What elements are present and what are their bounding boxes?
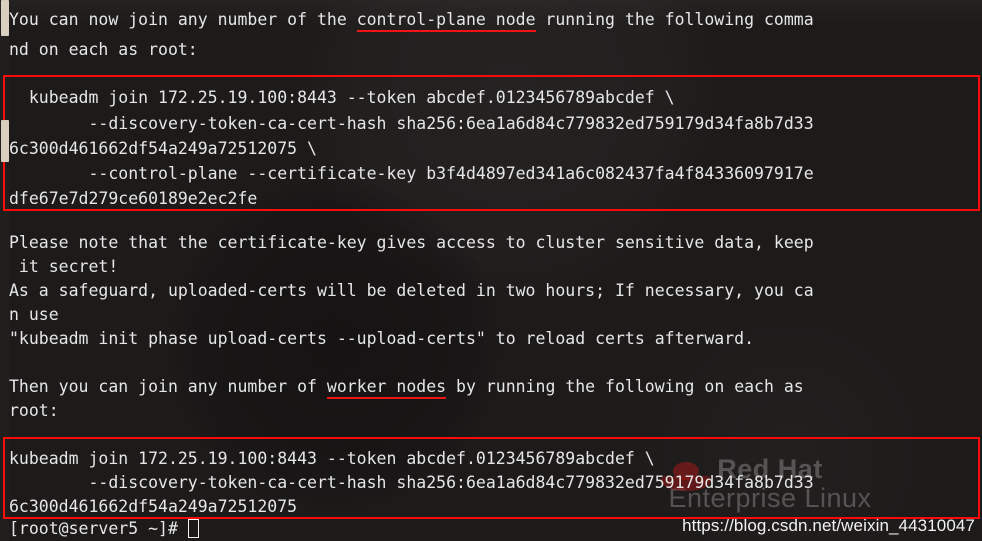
scrollbar-thumb[interactable] [1, 120, 9, 162]
scrollbar-thumb[interactable] [1, 0, 9, 36]
blog-url-watermark: https://blog.csdn.net/weixin_44310047 [682, 516, 975, 535]
output-line-cp-join-3: 6c300d461662df54a249a72512075 \ [9, 139, 317, 158]
output-line-cp-join-4: --control-plane --certificate-key b3f4d4… [9, 164, 814, 183]
shell-prompt: [root@server5 ~]# [9, 519, 188, 538]
output-line-cp-join-5: dfe67e7d279ce60189e2ec2fe [9, 189, 258, 208]
output-line-cp-join-1: kubeadm join 172.25.19.100:8443 --token … [9, 88, 675, 107]
line-segment: running the following comma [535, 10, 814, 29]
output-line-worker-join-3: 6c300d461662df54a249a72512075 [9, 497, 298, 516]
output-line: "kubeadm init phase upload-certs --uploa… [9, 329, 755, 348]
output-line-worker-join-2: --discovery-token-ca-cert-hash sha256:6e… [9, 473, 814, 492]
line-segment: by running the following on each as [446, 377, 804, 396]
output-line: As a safeguard, uploaded-certs will be d… [9, 281, 814, 300]
output-line: root: [9, 401, 59, 420]
shell-prompt-line[interactable]: [root@server5 ~]# [9, 517, 199, 541]
terminal-output: You can now join any number of the contr… [0, 0, 982, 541]
output-line: it secret! [9, 257, 119, 276]
output-line: You can now join any number of the contr… [9, 8, 814, 32]
output-line: Please note that the certificate-key giv… [9, 233, 814, 252]
terminal-scrollbar[interactable] [0, 0, 9, 541]
output-line-worker-join-1: kubeadm join 172.25.19.100:8443 --token … [9, 449, 655, 468]
underlined-term-worker-nodes: worker nodes [326, 377, 447, 399]
terminal-window[interactable]: Red Hat Enterprise Linux You can now joi… [0, 0, 982, 541]
line-segment: Then you can join any number of [9, 377, 327, 396]
output-line-cp-join-2: --discovery-token-ca-cert-hash sha256:6e… [9, 114, 814, 133]
output-line: Then you can join any number of worker n… [9, 375, 804, 399]
line-segment: You can now join any number of the [9, 10, 357, 29]
output-line: nd on each as root: [9, 40, 198, 59]
output-line: n use [9, 305, 59, 324]
text-cursor [187, 519, 199, 538]
underlined-term-control-plane-node: control-plane node [356, 10, 536, 32]
